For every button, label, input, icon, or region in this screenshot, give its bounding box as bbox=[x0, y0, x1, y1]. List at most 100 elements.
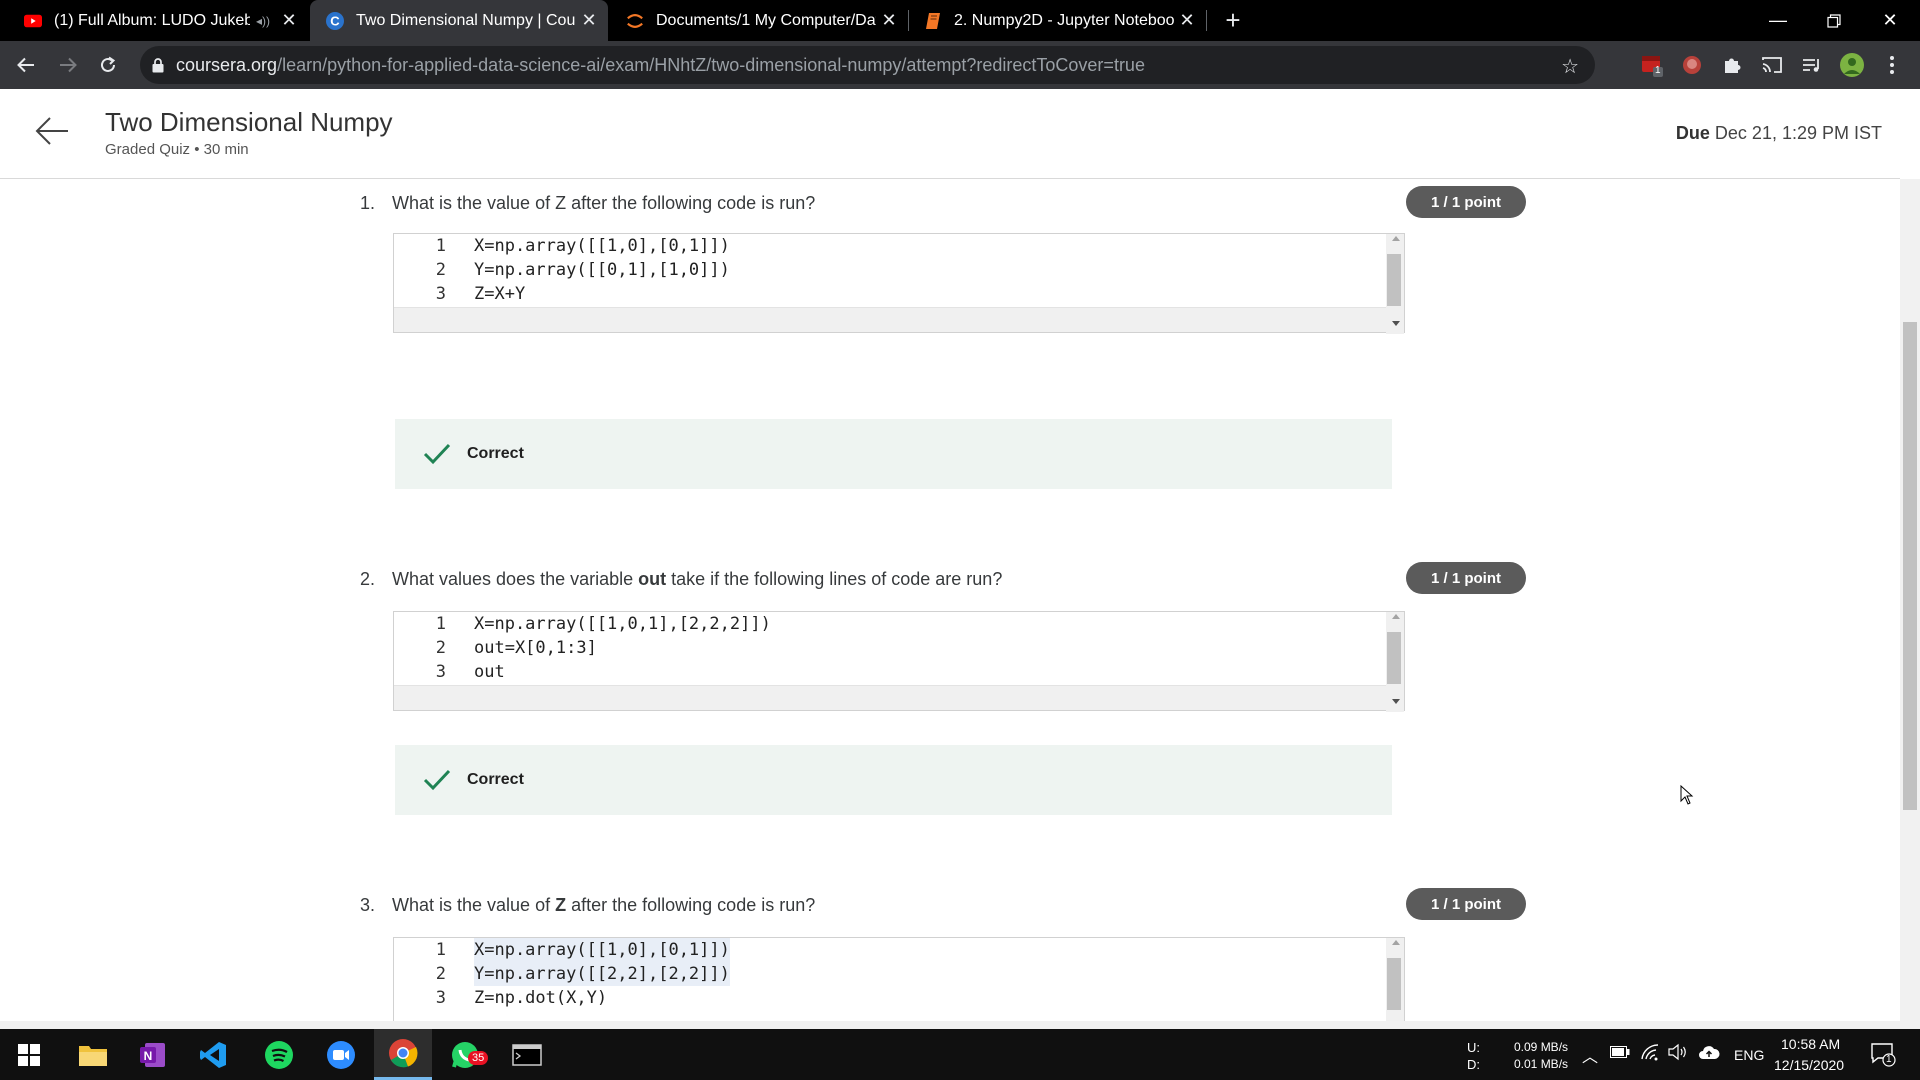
onedrive-cloud-icon[interactable] bbox=[1698, 1044, 1720, 1063]
lock-icon[interactable] bbox=[152, 57, 164, 73]
scroll-up-icon[interactable] bbox=[1392, 614, 1400, 619]
code-line: 2 Y=np.array([[2,2],[2,2]]) bbox=[394, 962, 1374, 986]
address-bar[interactable]: coursera.org/learn/python-for-applied-da… bbox=[140, 46, 1595, 84]
tab-youtube[interactable]: (1) Full Album: LUDO Jukebo ◂)) ✕ bbox=[8, 0, 308, 41]
code-line: 2 out=X[0,1:3] bbox=[394, 636, 1374, 660]
code-line: 2 Y=np.array([[0,1],[1,0]]) bbox=[394, 258, 1374, 282]
horizontal-scrollbar[interactable] bbox=[394, 685, 1404, 710]
close-tab-icon[interactable]: ✕ bbox=[276, 10, 302, 31]
code-line: 3 out bbox=[394, 660, 1374, 684]
scroll-up-icon[interactable] bbox=[1392, 940, 1400, 945]
restore-button[interactable] bbox=[1806, 0, 1862, 41]
extension-avatar-icon[interactable] bbox=[1676, 49, 1708, 81]
close-tab-icon[interactable]: ✕ bbox=[1174, 10, 1200, 31]
zoom-icon[interactable] bbox=[312, 1029, 370, 1080]
question-bold: out bbox=[638, 569, 667, 589]
question-bold: Z bbox=[555, 895, 567, 915]
page-scroll-thumb[interactable] bbox=[1903, 322, 1917, 810]
line-number: 2 bbox=[435, 260, 446, 280]
coursera-icon: C bbox=[326, 11, 344, 30]
vertical-scrollbar[interactable] bbox=[1386, 234, 1404, 334]
points-badge: 1 / 1 point bbox=[1406, 186, 1526, 218]
scroll-thumb[interactable] bbox=[1387, 958, 1401, 1010]
wifi-icon[interactable] bbox=[1640, 1043, 1660, 1064]
feedback-text: Correct bbox=[467, 771, 524, 788]
quiz-header: Two Dimensional Numpy Graded Quiz • 30 m… bbox=[0, 89, 1900, 179]
back-icon[interactable] bbox=[10, 49, 42, 81]
close-tab-icon[interactable]: ✕ bbox=[576, 10, 602, 31]
code-line: 1 X=np.array([[1,0],[0,1]]) bbox=[394, 938, 1374, 962]
extension-calendar-icon[interactable]: 1 bbox=[1636, 49, 1668, 81]
question-text: 3. What is the value of Z after the follo… bbox=[360, 895, 815, 916]
url-host: coursera.org bbox=[176, 54, 278, 75]
url-path: /learn/python-for-applied-data-science-a… bbox=[277, 54, 1145, 75]
feedback-correct: Correct bbox=[395, 745, 1392, 815]
question-number: 2. bbox=[360, 569, 376, 589]
new-tab-button[interactable]: + bbox=[1218, 4, 1248, 36]
vertical-scrollbar[interactable] bbox=[1386, 612, 1404, 712]
line-number: 3 bbox=[435, 988, 446, 1008]
battery-icon[interactable] bbox=[1610, 1046, 1630, 1061]
whatsapp-icon[interactable]: 35 bbox=[436, 1029, 494, 1080]
forward-icon[interactable] bbox=[52, 49, 84, 81]
checkmark-icon bbox=[423, 443, 451, 465]
code-block[interactable]: 1 X=np.array([[1,0],[0,1]]) 2 Y=np.array([… bbox=[393, 233, 1405, 334]
question-text: 2. What values does the variable out take… bbox=[360, 569, 1002, 590]
code-block[interactable]: 1 X=np.array([[1,0],[0,1]]) 2 Y=np.array([… bbox=[393, 937, 1405, 1021]
scroll-down-icon[interactable] bbox=[1392, 321, 1400, 326]
question-text-part: take if the following lines of code are … bbox=[666, 569, 1003, 589]
cast-icon[interactable] bbox=[1756, 49, 1788, 81]
due-value: Dec 21, 1:29 PM IST bbox=[1714, 123, 1882, 143]
scroll-thumb[interactable] bbox=[1387, 632, 1401, 684]
chrome-taskbar-icon[interactable] bbox=[374, 1029, 432, 1080]
notification-icon[interactable]: 1 bbox=[1870, 1041, 1896, 1070]
line-number: 1 bbox=[435, 940, 446, 960]
vertical-scrollbar[interactable] bbox=[1386, 938, 1404, 1021]
tab-jupyter-files[interactable]: Documents/1 My Computer/Dat ✕ bbox=[610, 0, 909, 41]
due-label: Due bbox=[1675, 123, 1710, 143]
chevron-up-icon[interactable]: ︿ bbox=[1582, 1043, 1598, 1067]
points-badge: 1 / 1 point bbox=[1406, 562, 1526, 594]
start-windows-icon[interactable] bbox=[0, 1029, 58, 1080]
language-indicator[interactable]: ENG bbox=[1734, 1047, 1764, 1063]
speaker-icon[interactable]: ◂)) bbox=[256, 14, 270, 28]
tab-separator bbox=[1206, 10, 1207, 31]
feedback-correct: Correct bbox=[395, 419, 1392, 489]
extensions-puzzle-icon[interactable] bbox=[1716, 49, 1748, 81]
clock-time[interactable]: 10:58 AM bbox=[1781, 1036, 1840, 1052]
scroll-down-icon[interactable] bbox=[1392, 699, 1400, 704]
tab-jupyter-notebook[interactable]: 2. Numpy2D - Jupyter Notebook ✕ bbox=[908, 0, 1207, 41]
horizontal-scrollbar[interactable] bbox=[394, 307, 1404, 332]
svg-text:N: N bbox=[144, 1049, 153, 1063]
back-arrow-icon[interactable] bbox=[32, 111, 72, 151]
reload-icon[interactable] bbox=[92, 49, 124, 81]
volume-icon[interactable] bbox=[1668, 1043, 1688, 1064]
code-text: X=np.array([[1,0],[0,1]]) bbox=[474, 938, 730, 962]
terminal-icon[interactable] bbox=[498, 1029, 556, 1080]
profile-avatar-icon[interactable] bbox=[1836, 49, 1868, 81]
scroll-up-icon[interactable] bbox=[1392, 236, 1400, 241]
kebab-menu-icon[interactable] bbox=[1876, 49, 1908, 81]
horizontal-page-scrollbar[interactable] bbox=[0, 1021, 1920, 1029]
line-number: 2 bbox=[435, 638, 446, 658]
browser-tab-bar: (1) Full Album: LUDO Jukebo ◂)) ✕ C Two … bbox=[0, 0, 1920, 41]
close-tab-icon[interactable]: ✕ bbox=[876, 10, 902, 31]
line-number: 1 bbox=[435, 614, 446, 634]
close-window-button[interactable]: ✕ bbox=[1862, 0, 1918, 41]
onenote-icon[interactable]: N bbox=[124, 1029, 182, 1080]
minimize-button[interactable]: — bbox=[1750, 0, 1806, 41]
spotify-icon[interactable] bbox=[250, 1029, 308, 1080]
media-queue-icon[interactable] bbox=[1796, 49, 1828, 81]
star-icon[interactable]: ☆ bbox=[1561, 54, 1579, 79]
checkmark-icon bbox=[423, 769, 451, 791]
code-line: 1 X=np.array([[1,0,1],[2,2,2]]) bbox=[394, 612, 1374, 636]
file-explorer-icon[interactable] bbox=[64, 1029, 122, 1080]
clock-date[interactable]: 12/15/2020 bbox=[1774, 1057, 1844, 1073]
code-block[interactable]: 1 X=np.array([[1,0,1],[2,2,2]]) 2 out=X[0,… bbox=[393, 611, 1405, 712]
tab-coursera[interactable]: C Two Dimensional Numpy | Cours ✕ bbox=[310, 0, 608, 41]
net-down-speed: 0.01 MB/s bbox=[1514, 1057, 1569, 1071]
jupyter-icon bbox=[626, 12, 644, 30]
vscode-icon[interactable] bbox=[184, 1029, 242, 1080]
scroll-thumb[interactable] bbox=[1387, 254, 1401, 306]
net-down-label: D: bbox=[1467, 1057, 1480, 1072]
